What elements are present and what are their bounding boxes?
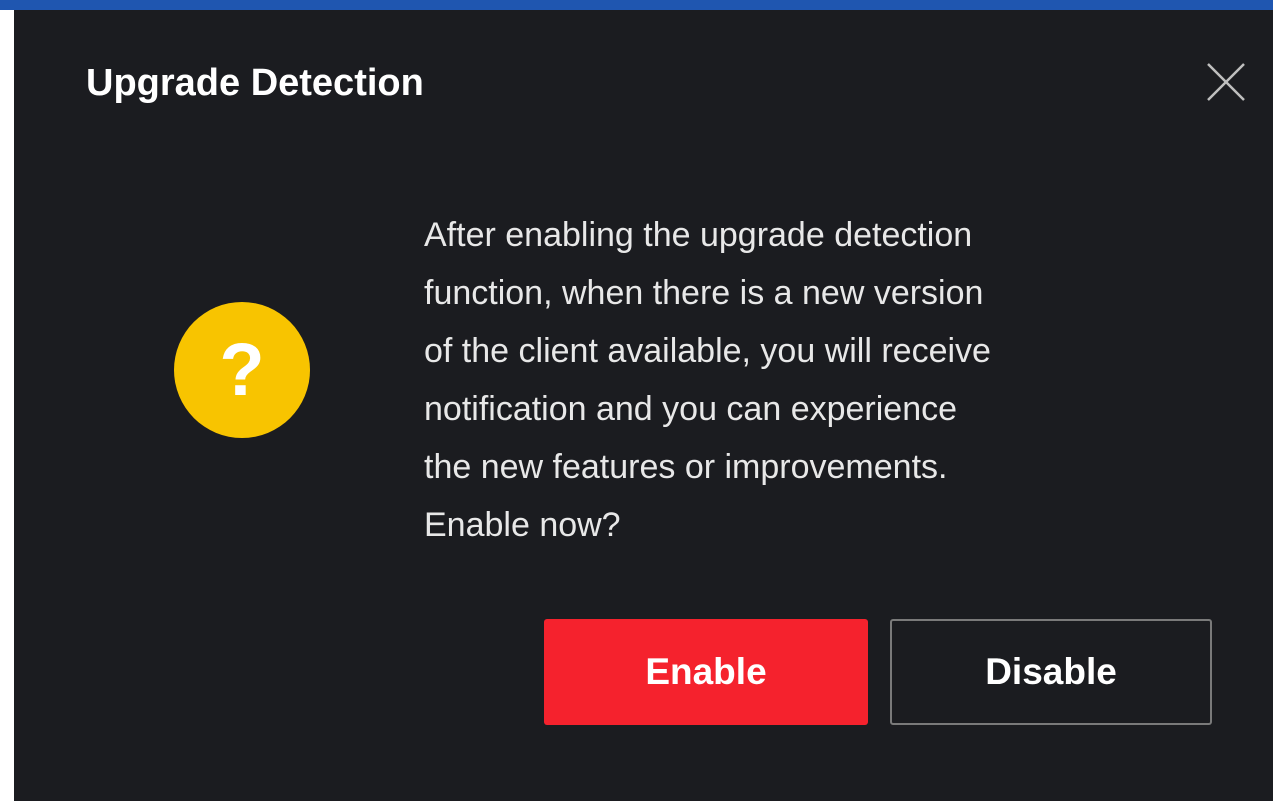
close-icon <box>1207 63 1245 101</box>
disable-button[interactable]: Disable <box>890 619 1212 725</box>
dialog-message: After enabling the upgrade detection fun… <box>424 216 991 544</box>
close-button[interactable] <box>1204 60 1248 104</box>
enable-button[interactable]: Enable <box>544 619 868 725</box>
dialog-title: Upgrade Detection <box>86 62 424 104</box>
window-accent-strip <box>0 0 1273 10</box>
upgrade-detection-dialog: Upgrade Detection ? After enabling the u… <box>14 10 1273 801</box>
question-icon: ? <box>174 302 310 438</box>
